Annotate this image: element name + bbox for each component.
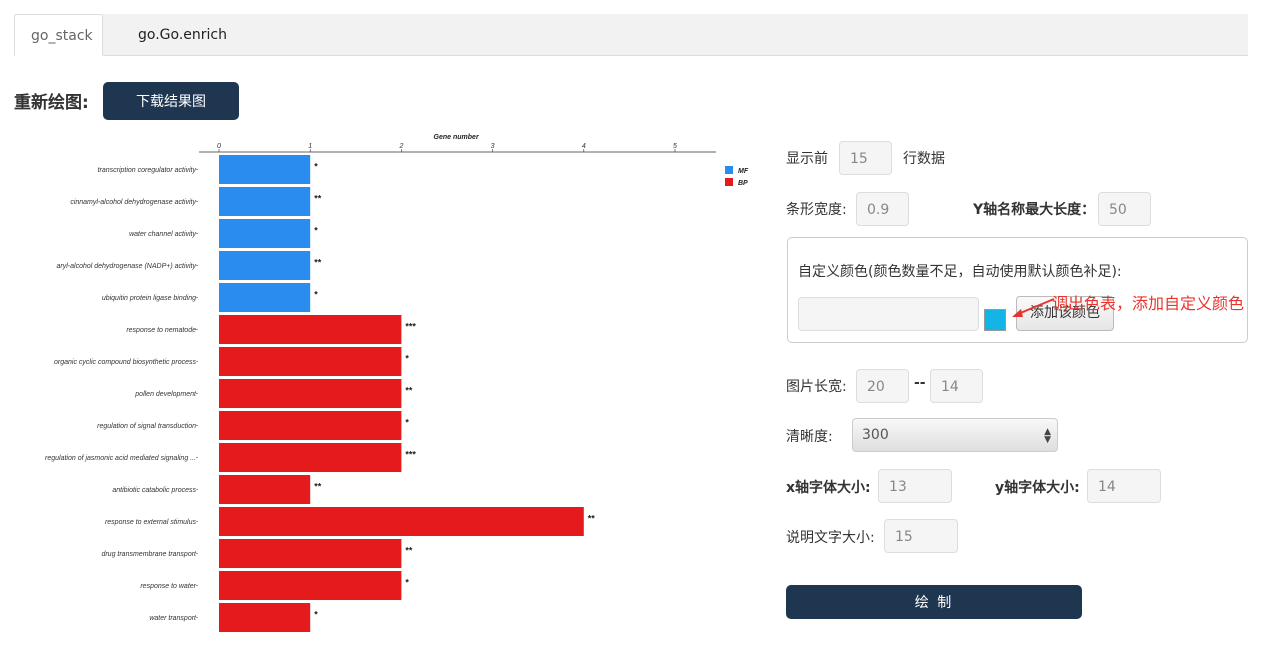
significance-label: ** xyxy=(314,482,322,492)
legend-label: BP xyxy=(738,180,748,187)
x-font-size-label: x轴字体大小: xyxy=(786,480,871,496)
y-tick-label: aryl-alcohol dehydrogenase (NADP+) activ… xyxy=(57,263,197,270)
bar xyxy=(219,283,311,312)
custom-color-input[interactable] xyxy=(798,297,979,331)
go-bar-chart: Gene number 0 1 2 3 4 5 transcription coregulat… xyxy=(45,134,749,632)
image-width-input[interactable]: 20 xyxy=(856,369,909,403)
bar xyxy=(219,187,311,216)
legend-swatch xyxy=(725,178,733,186)
y-name-length-input[interactable]: 50 xyxy=(1098,192,1151,226)
x-tick-label: 0 xyxy=(217,143,221,150)
tab-bar: go_stack go.Go.enrich xyxy=(14,14,1248,56)
bar xyxy=(219,315,402,344)
image-size-label: 图片长宽: xyxy=(786,379,847,395)
x-tick-label: 3 xyxy=(491,143,495,150)
caption-font-size-label: 说明文字大小: xyxy=(786,530,875,546)
color-picker-swatch[interactable] xyxy=(984,309,1006,331)
chevron-down-icon: ▼ xyxy=(1044,435,1051,445)
y-tick-label: antibiotic catabolic process xyxy=(112,487,196,494)
significance-label: ** xyxy=(405,386,413,396)
y-name-length-label: Y轴名称最大长度： xyxy=(973,202,1096,218)
size-separator: -- xyxy=(914,375,926,391)
significance-label: * xyxy=(314,610,318,620)
bar xyxy=(219,379,402,408)
download-result-button[interactable]: 下载结果图 xyxy=(103,82,239,120)
significance-label: * xyxy=(405,354,409,364)
bar xyxy=(219,411,402,440)
bar xyxy=(219,155,311,184)
custom-color-label: 自定义颜色(颜色数量不足，自动使用默认颜色补足): xyxy=(798,264,1122,280)
y-tick-label: regulation of jasmonic acid mediated sig… xyxy=(45,455,196,462)
x-axis-title: Gene number xyxy=(434,134,480,141)
significance-label: ** xyxy=(588,514,596,524)
y-tick-label: ubiquitin protein ligase binding xyxy=(102,295,196,302)
legend-swatch xyxy=(725,166,733,174)
x-tick-label: 2 xyxy=(398,143,403,150)
bar xyxy=(219,251,311,280)
redraw-label: 重新绘图: xyxy=(14,93,89,113)
bar-width-label: 条形宽度: xyxy=(786,202,847,218)
bar xyxy=(219,507,584,536)
y-tick-label: water transport xyxy=(149,615,197,622)
significance-label: *** xyxy=(405,450,416,460)
dpi-label: 清晰度: xyxy=(786,429,833,445)
tab-go-stack[interactable]: go_stack xyxy=(14,14,103,56)
significance-label: ** xyxy=(314,194,322,204)
caption-font-size-input[interactable]: 15 xyxy=(884,519,958,553)
draw-button[interactable]: 绘 制 xyxy=(786,585,1082,619)
significance-label: ** xyxy=(405,546,413,556)
bar xyxy=(219,539,402,568)
bar xyxy=(219,443,402,472)
significance-label: * xyxy=(405,578,409,588)
significance-label: * xyxy=(405,418,409,428)
y-tick-label: response to nematode xyxy=(126,327,196,334)
y-tick-label: transcription coregulator activity xyxy=(98,167,197,174)
dpi-select[interactable]: 300 ▲ ▼ xyxy=(852,418,1058,452)
image-height-input[interactable]: 14 xyxy=(930,369,983,403)
show-top-label: 显示前 xyxy=(786,151,828,167)
y-tick-label: regulation of signal transduction xyxy=(97,423,196,430)
annotation-arrow-icon xyxy=(1012,298,1055,317)
color-table-annotation: 调出色表，添加自定义颜色 xyxy=(1052,294,1245,313)
bar xyxy=(219,219,311,248)
legend-label: MF xyxy=(738,168,749,175)
show-top-suffix: 行数据 xyxy=(903,151,945,167)
bar-width-input[interactable]: 0.9 xyxy=(856,192,909,226)
y-tick-label: water channel activity xyxy=(129,231,196,238)
y-tick-label: pollen development xyxy=(134,391,197,398)
significance-label: * xyxy=(314,226,318,236)
bar xyxy=(219,475,311,504)
bar xyxy=(219,347,402,376)
x-tick-label: 1 xyxy=(308,143,312,150)
dpi-select-value: 300 xyxy=(862,427,889,443)
show-top-input[interactable]: 15 xyxy=(839,141,892,175)
y-font-size-input[interactable]: 14 xyxy=(1087,469,1161,503)
significance-label: *** xyxy=(405,322,416,332)
significance-label: * xyxy=(314,290,318,300)
y-tick-label: drug transmembrane transport xyxy=(101,551,197,558)
y-tick-label: cinnamyl-alcohol dehydrogenase activity xyxy=(70,199,196,206)
y-font-size-label: y轴字体大小: xyxy=(995,480,1080,496)
bar xyxy=(219,571,402,600)
tab-go-enrich[interactable]: go.Go.enrich xyxy=(122,14,243,56)
y-tick-label: response to external stimulus xyxy=(105,519,197,526)
significance-label: * xyxy=(314,162,318,172)
x-tick-label: 4 xyxy=(582,143,586,150)
bar xyxy=(219,603,311,632)
y-tick-label: response to water xyxy=(140,583,196,590)
x-tick-label: 5 xyxy=(673,143,677,150)
x-font-size-input[interactable]: 13 xyxy=(878,469,952,503)
y-tick-label: organic cyclic compound biosynthetic pro… xyxy=(54,359,197,366)
significance-label: ** xyxy=(314,258,322,268)
